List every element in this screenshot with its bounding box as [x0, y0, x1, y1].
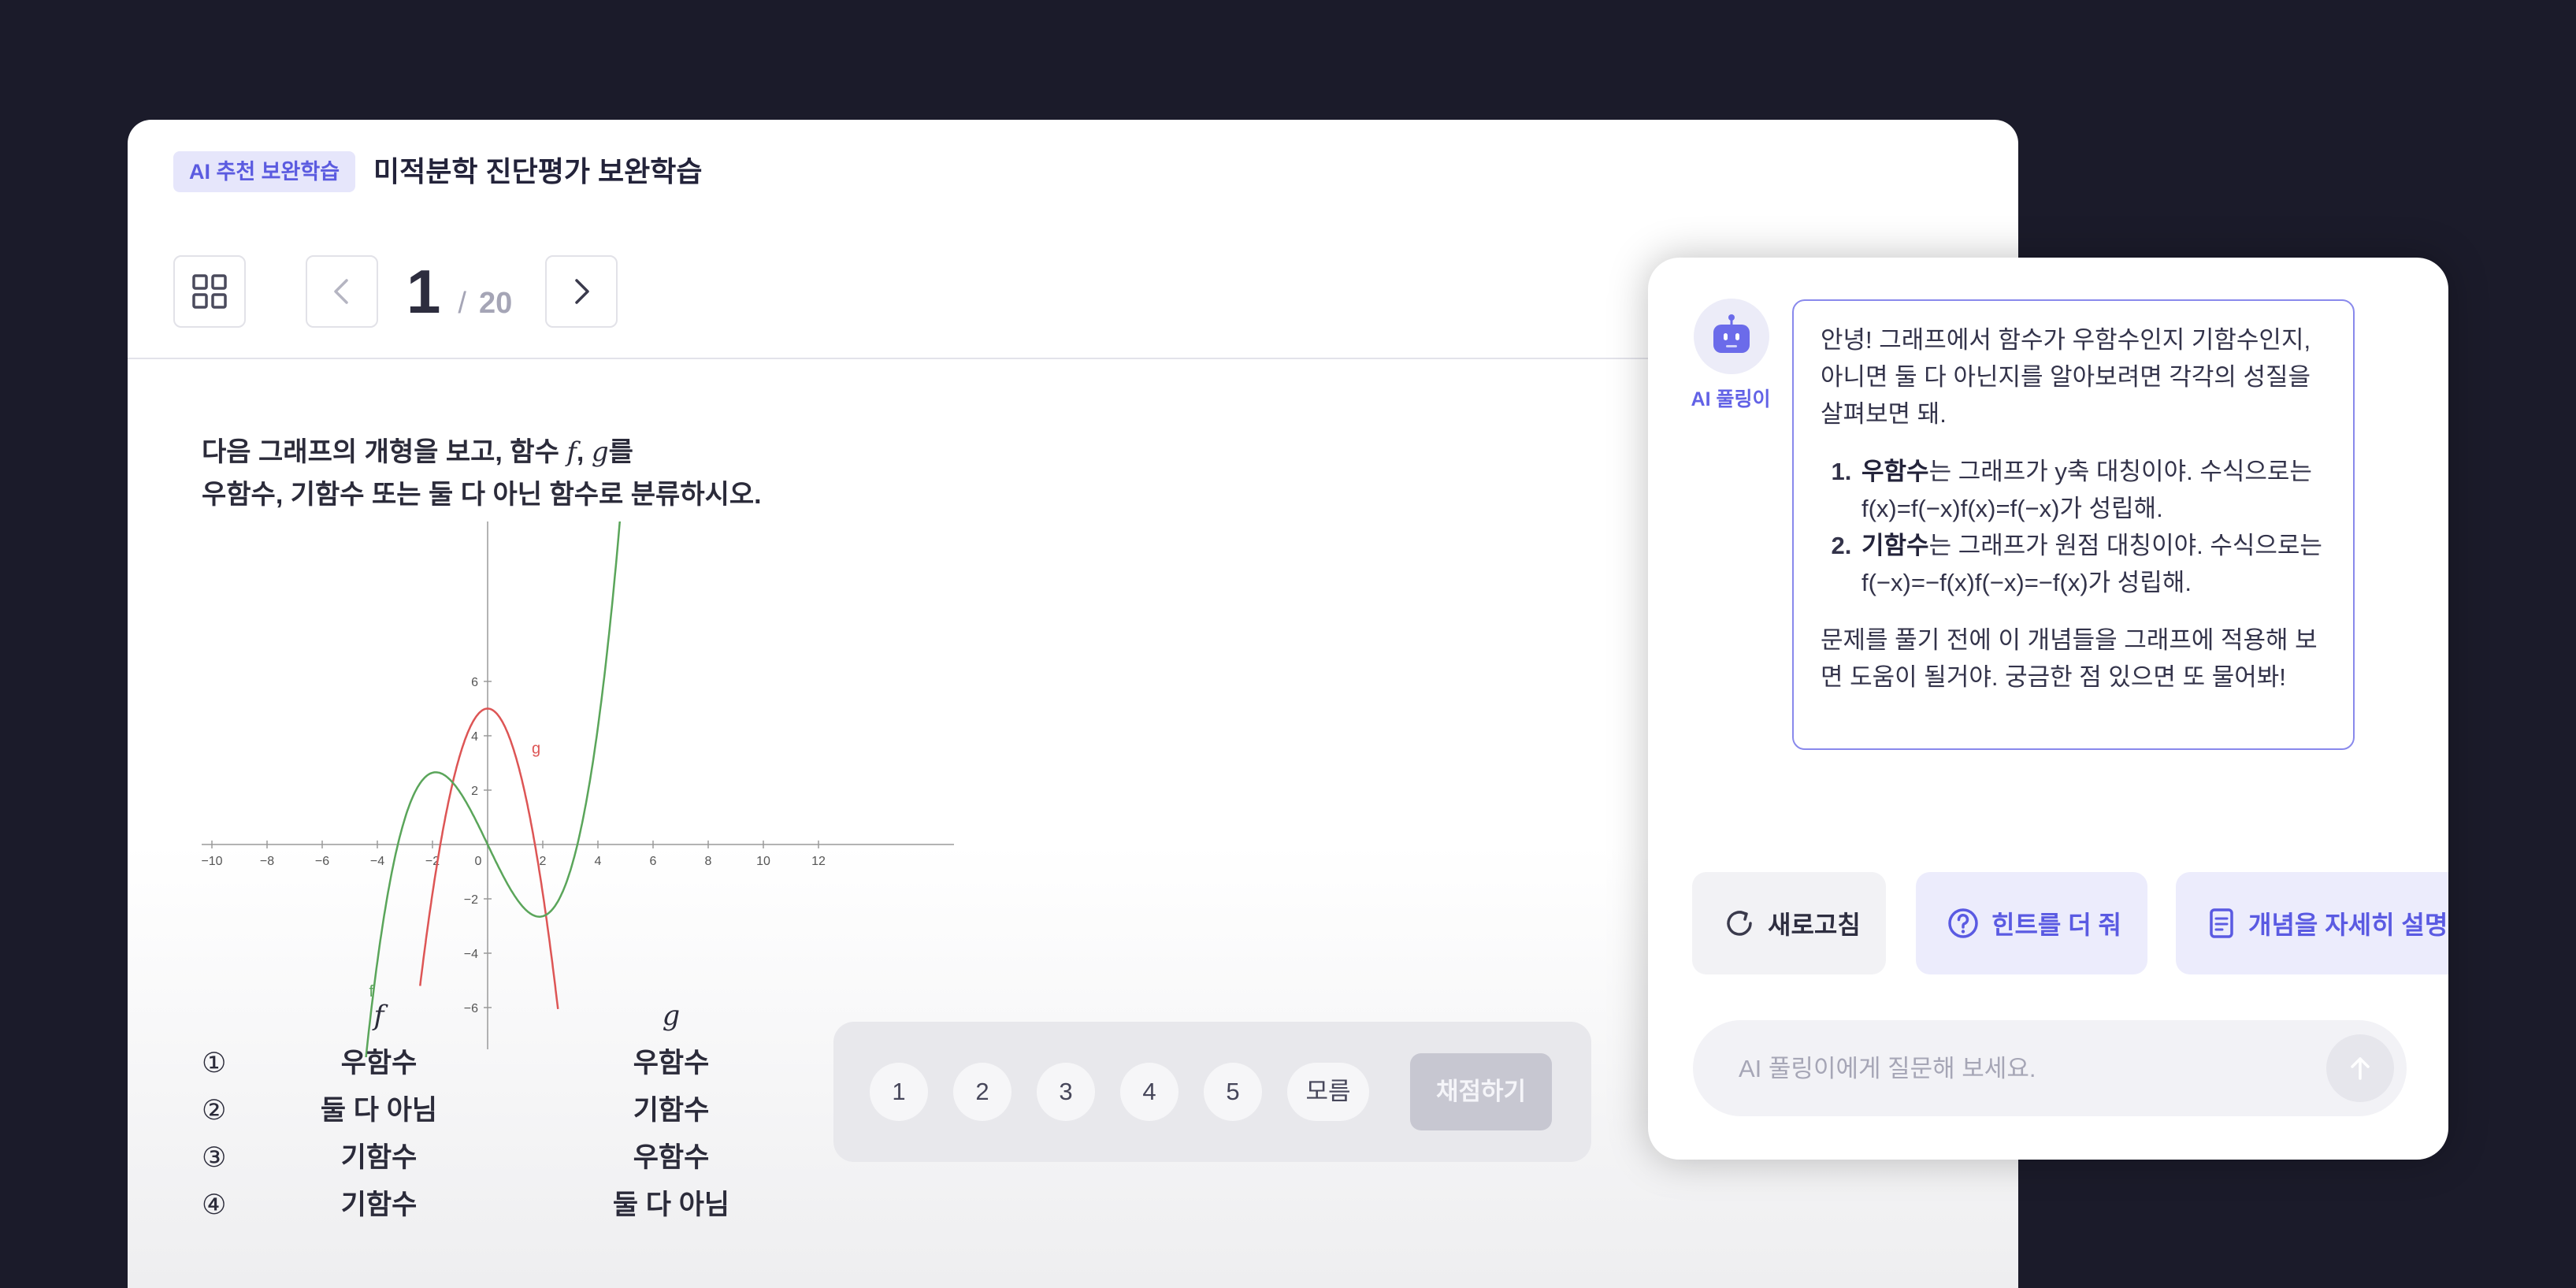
question-line-2: 우함수, 기함수 또는 둘 다 아닌 함수로 분류하시오.: [202, 480, 762, 510]
answer-option-unknown[interactable]: 모름: [1287, 1063, 1369, 1121]
choice-g-value: 기함수: [633, 1095, 710, 1126]
choice-row-1: ① 우함수 우함수: [202, 1040, 753, 1087]
choice-f-value: 기함수: [340, 1142, 418, 1173]
more-hint-label: 힌트를 더 줘: [1991, 911, 2121, 939]
ai-avatar: [1694, 299, 1769, 374]
message-item-2: 기함수는 그래프가 원점 대칭이야. 수식으로는 f(−x)=−f(x)f(−x…: [1858, 527, 2326, 601]
choice-f-value: 기함수: [340, 1190, 418, 1220]
arrow-up-icon: [2351, 1057, 2370, 1080]
total-question-count: 20: [478, 287, 513, 320]
x-tick-label: 4: [595, 855, 602, 868]
choice-number: ④: [202, 1190, 227, 1220]
x-tick-label: 10: [756, 855, 770, 868]
prev-question-button[interactable]: [306, 255, 378, 328]
curve-g-label: g: [532, 740, 540, 757]
ai-tutor-panel: AI 풀링이 안녕! 그래프에서 함수가 우함수인지 기함수인지, 아니면 둘 …: [1648, 258, 2448, 1160]
item-1-term: 우함수: [1861, 458, 1929, 485]
ai-name-label: AI 풀링이: [1691, 388, 1771, 410]
question-text: 다음 그래프의 개형을 보고, 함수 f, g를 우함수, 기함수 또는 둘 다…: [202, 431, 762, 516]
answer-option-1[interactable]: 1: [870, 1063, 928, 1121]
x-tick-label: 2: [540, 855, 547, 868]
item-2-description: 는 그래프가 원점 대칭이야. 수식으로는 f(−x)=−f(x)f(−x)=−…: [1861, 532, 2322, 596]
answer-bar: 1 2 3 4 5 모름 채점하기: [833, 1022, 1591, 1162]
message-list: 우함수는 그래프가 y축 대칭이야. 수식으로는 f(x)=f(−x)f(x)=…: [1821, 453, 2326, 601]
choice-f-value: 둘 다 아님: [320, 1095, 438, 1126]
y-tick-label: 6: [471, 676, 478, 689]
y-tick-label: 4: [471, 730, 478, 744]
explain-concept-label: 개념을 자세히 설명해: [2248, 911, 2448, 939]
choice-g-value: 우함수: [633, 1048, 710, 1078]
x-tick-label: 8: [705, 855, 712, 868]
grid-view-button[interactable]: [173, 255, 246, 328]
item-2-term: 기함수: [1861, 532, 1929, 559]
current-question-number: 1: [406, 257, 441, 326]
message-item-1: 우함수는 그래프가 y축 대칭이야. 수식으로는 f(x)=f(−x)f(x)=…: [1858, 453, 2326, 527]
y-tick-label: 2: [471, 785, 478, 798]
x-tick-label: −4: [370, 855, 384, 868]
chevron-left-icon: [334, 279, 348, 304]
choice-number: ①: [202, 1048, 227, 1078]
choice-number: ②: [202, 1095, 227, 1126]
send-button[interactable]: [2326, 1034, 2394, 1102]
explain-concept-button[interactable]: 개념을 자세히 설명해: [2176, 872, 2448, 974]
choice-row-2: ② 둘 다 아님 기함수: [202, 1087, 753, 1134]
x-tick-label: −6: [315, 855, 329, 868]
answer-option-3[interactable]: 3: [1037, 1063, 1095, 1121]
robot-icon: [1713, 314, 1750, 353]
choice-row-4: ④ 기함수 둘 다 아님: [202, 1182, 753, 1229]
ai-message-bubble: 안녕! 그래프에서 함수가 우함수인지 기함수인지, 아니면 둘 다 아닌지를 …: [1792, 299, 2355, 750]
column-header-f: f: [373, 1000, 384, 1032]
ai-recommend-badge: AI 추천 보완학습: [173, 151, 356, 192]
function-g-symbol: g: [591, 436, 609, 468]
pager-separator: /: [458, 287, 466, 320]
choices-header-row: f g: [202, 993, 753, 1040]
choice-g-value: 둘 다 아님: [612, 1190, 730, 1220]
question-line-1-start: 다음 그래프의 개형을 보고, 함수: [202, 437, 567, 467]
message-intro: 안녕! 그래프에서 함수가 우함수인지 기함수인지, 아니면 둘 다 아닌지를 …: [1821, 326, 2311, 428]
x-tick-label: 6: [650, 855, 657, 868]
question-line-1-end: 를: [608, 437, 633, 467]
function-f-symbol: f: [566, 436, 577, 468]
x-tick-label: 0: [475, 855, 482, 868]
choice-g-value: 우함수: [633, 1142, 710, 1173]
question-circle-icon: [1948, 908, 1978, 938]
x-tick-label: −10: [202, 855, 223, 868]
chevron-right-icon: [575, 279, 589, 304]
function-graph: −10 −8 −6 −4 −2 0 2 4 6 8 10 12642−2−4−6 g f: [202, 522, 954, 1057]
message-outro: 문제를 풀기 전에 이 개념들을 그래프에 적용해 보면 도움이 될거야. 궁금…: [1821, 626, 2318, 691]
refresh-icon: [1727, 911, 1752, 936]
choice-number: ③: [202, 1142, 227, 1173]
x-tick-label: 12: [811, 855, 826, 868]
question-pager: 1 / 20: [406, 255, 512, 328]
grade-button[interactable]: 채점하기: [1410, 1053, 1552, 1130]
curve-f: [365, 522, 622, 1057]
question-comma: ,: [576, 437, 592, 467]
choice-row-3: ③ 기함수 우함수: [202, 1134, 753, 1182]
document-icon: [2210, 908, 2233, 938]
x-tick-label: −8: [260, 855, 274, 868]
y-tick-label: −2: [464, 893, 478, 907]
chat-input[interactable]: [1737, 1020, 2292, 1118]
chat-input-container: [1693, 1020, 2407, 1118]
column-header-g: g: [662, 1000, 681, 1032]
graph-axes: [202, 522, 954, 1049]
graph-ticks: −10 −8 −6 −4 −2 0 2 4 6 8 10 12642−2−4−6: [202, 676, 826, 1015]
choice-f-value: 우함수: [340, 1048, 418, 1078]
answer-option-2[interactable]: 2: [953, 1063, 1011, 1121]
question-line-1: 다음 그래프의 개형을 보고, 함수 f, g를: [202, 431, 762, 473]
grid-icon: [192, 274, 227, 309]
y-tick-label: −4: [464, 948, 478, 961]
page-title: 미적분학 진단평가 보완학습: [373, 155, 703, 187]
more-hint-button[interactable]: 힌트를 더 줘: [1916, 872, 2147, 974]
answer-option-5[interactable]: 5: [1204, 1063, 1262, 1121]
next-question-button[interactable]: [545, 255, 618, 328]
item-1-description: 는 그래프가 y축 대칭이야. 수식으로는 f(x)=f(−x)f(x)=f(−…: [1861, 458, 2312, 522]
refresh-button[interactable]: 새로고침: [1692, 872, 1886, 974]
refresh-label: 새로고침: [1768, 911, 1861, 939]
answer-option-4[interactable]: 4: [1120, 1063, 1179, 1121]
